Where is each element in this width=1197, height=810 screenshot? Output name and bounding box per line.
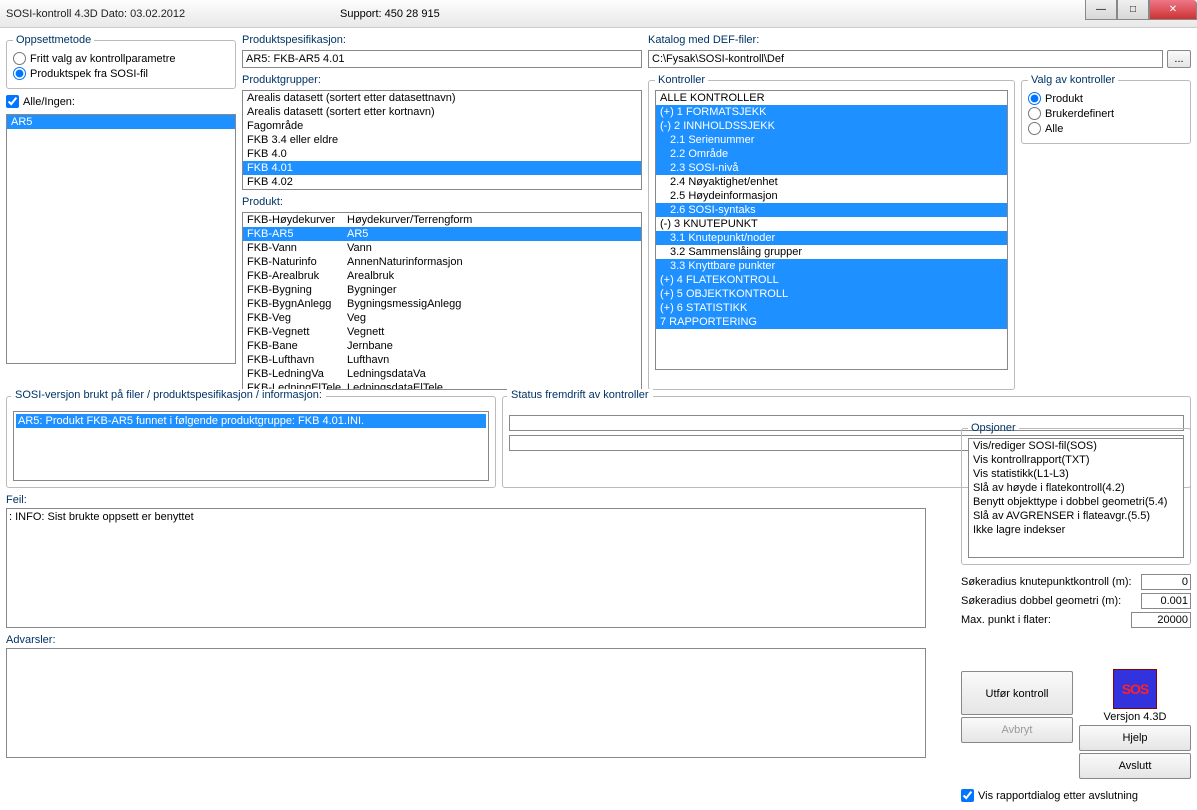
opsjoner-legend: Opsjoner — [968, 422, 1019, 434]
tree-node[interactable]: (+) 4 FLATEKONTROLL — [656, 273, 1007, 287]
produktspes-field[interactable] — [242, 50, 642, 68]
hjelp-button[interactable]: Hjelp — [1079, 725, 1191, 751]
list-item[interactable]: Arealis datasett (sortert etter kortnavn… — [243, 105, 641, 119]
versjon-text: Versjon 4.3D — [1079, 711, 1191, 723]
radio-brukerdefinert[interactable]: Brukerdefinert — [1028, 107, 1184, 120]
katalog-label: Katalog med DEF-filer: — [648, 34, 1191, 46]
sosiversjon-label: SOSI-versjon brukt på filer / produktspe… — [11, 389, 326, 401]
tree-node[interactable]: (-) 2 INNHOLDSSJEKK — [656, 119, 1007, 133]
sosiversjon-box[interactable]: AR5: Produkt FKB-AR5 funnet i følgende p… — [13, 411, 489, 481]
close-button[interactable]: ✕ — [1149, 0, 1197, 20]
status-label: Status fremdrift av kontroller — [507, 389, 653, 401]
advarsler-label: Advarsler: — [6, 634, 926, 646]
radio-alle[interactable]: Alle — [1028, 122, 1184, 135]
oppsettmetode-group: Oppsettmetode Fritt valg av kontrollpara… — [6, 34, 236, 89]
opsjoner-list[interactable]: Vis/rediger SOSI-fil(SOS)Vis kontrollrap… — [968, 438, 1184, 558]
valg-kontroller-group: Valg av kontroller Produkt Brukerdefiner… — [1021, 74, 1191, 144]
list-item[interactable]: FKB-VannVann — [243, 241, 641, 255]
kontroller-group: Kontroller ALLE KONTROLLER(+) 1 FORMATSJ… — [648, 74, 1015, 390]
produktspes-label: Produktspesifikasjon: — [242, 34, 642, 46]
kontroller-tree[interactable]: ALLE KONTROLLER(+) 1 FORMATSJEKK(-) 2 IN… — [655, 90, 1008, 370]
minimize-button[interactable]: — — [1085, 0, 1117, 20]
avbryt-button[interactable]: Avbryt — [961, 717, 1073, 743]
tree-node[interactable]: 2.1 Serienummer — [656, 133, 1007, 147]
maxpunkt-input[interactable] — [1131, 612, 1191, 628]
tree-node[interactable]: 3.2 Sammenslåing grupper — [656, 245, 1007, 259]
list-item[interactable]: Vis statistikk(L1-L3) — [969, 467, 1183, 481]
produktgrupper-label: Produktgrupper: — [242, 74, 642, 86]
sokeradius-knutepunkt-label: Søkeradius knutepunktkontroll (m): — [961, 576, 1132, 588]
tree-node[interactable]: (-) 3 KNUTEPUNKT — [656, 217, 1007, 231]
produktgrupper-list[interactable]: Arealis datasett (sortert etter datasett… — [242, 90, 642, 190]
window-title: SOSI-kontroll 4.3D Dato: 03.02.2012 — [6, 8, 185, 20]
maximize-button[interactable]: □ — [1117, 0, 1149, 20]
sokeradius-dobbel-label: Søkeradius dobbel geometri (m): — [961, 595, 1121, 607]
browse-button[interactable]: ... — [1167, 50, 1191, 68]
list-item[interactable]: FKB-VegnettVegnett — [243, 325, 641, 339]
radio-produktspek[interactable]: Produktspek fra SOSI-fil — [13, 67, 229, 80]
tree-node[interactable]: ALLE KONTROLLER — [656, 91, 1007, 105]
tree-node[interactable]: (+) 1 FORMATSJEKK — [656, 105, 1007, 119]
katalog-field[interactable] — [648, 50, 1163, 68]
tree-node[interactable]: 7 RAPPORTERING — [656, 315, 1007, 329]
list-item[interactable]: FKB-HøydekurverHøydekurver/Terrengform — [243, 213, 641, 227]
sokeradius-knutepunkt-input[interactable] — [1141, 574, 1191, 590]
alle-ingen-list[interactable]: AR5 — [6, 114, 236, 364]
feil-label: Feil: — [6, 494, 926, 506]
list-item[interactable]: FKB 4.02 — [243, 175, 641, 189]
opsjoner-group: Opsjoner Vis/rediger SOSI-fil(SOS)Vis ko… — [961, 422, 1191, 565]
alle-ingen-checkbox[interactable]: Alle/Ingen: — [6, 95, 236, 108]
tree-node[interactable]: 3.1 Knutepunkt/noder — [656, 231, 1007, 245]
tree-node[interactable]: 2.6 SOSI-syntaks — [656, 203, 1007, 217]
tree-node[interactable]: 2.2 Område — [656, 147, 1007, 161]
sokeradius-dobbel-input[interactable] — [1141, 593, 1191, 609]
oppsettmetode-legend: Oppsettmetode — [13, 34, 94, 46]
list-item[interactable]: Ikke lagre indekser — [969, 523, 1183, 537]
list-item[interactable]: Fagområde — [243, 119, 641, 133]
produkt-list[interactable]: FKB-HøydekurverHøydekurver/TerrengformFK… — [242, 212, 642, 390]
produkt-label: Produkt: — [242, 196, 642, 208]
list-item[interactable]: FKB-BygnAnleggBygningsmessigAnlegg — [243, 297, 641, 311]
list-item[interactable]: FKB-BaneJernbane — [243, 339, 641, 353]
list-item[interactable]: FKB-LedningVaLedningsdataVa — [243, 367, 641, 381]
list-item[interactable]: FKB-VegVeg — [243, 311, 641, 325]
valg-kontroller-legend: Valg av kontroller — [1028, 74, 1118, 86]
tree-node[interactable]: (+) 5 OBJEKTKONTROLL — [656, 287, 1007, 301]
avslutt-button[interactable]: Avslutt — [1079, 753, 1191, 779]
tree-node[interactable]: 2.5 Høydeinformasjon — [656, 189, 1007, 203]
list-item[interactable]: Benytt objekttype i dobbel geometri(5.4) — [969, 495, 1183, 509]
sosiversjon-line: AR5: Produkt FKB-AR5 funnet i følgende p… — [16, 414, 486, 428]
list-item[interactable]: FKB-BygningBygninger — [243, 283, 641, 297]
tree-node[interactable]: 2.4 Nøyaktighet/enhet — [656, 175, 1007, 189]
sosi-logo: SOS — [1113, 669, 1157, 709]
list-item[interactable]: Slå av AVGRENSER i flateavgr.(5.5) — [969, 509, 1183, 523]
list-item[interactable]: FKB-AR5AR5 — [243, 227, 641, 241]
list-item[interactable]: FKB 3.4 eller eldre — [243, 133, 641, 147]
list-item[interactable]: AR5 — [7, 115, 235, 129]
title-bar: SOSI-kontroll 4.3D Dato: 03.02.2012 Supp… — [0, 0, 1197, 28]
list-item[interactable]: Arealis datasett (sortert etter datasett… — [243, 91, 641, 105]
list-item[interactable]: FKB 4.0 — [243, 147, 641, 161]
kontroller-legend: Kontroller — [655, 74, 708, 86]
visrapport-checkbox[interactable]: Vis rapportdialog etter avslutning — [961, 789, 1191, 802]
tree-node[interactable]: (+) 6 STATISTIKK — [656, 301, 1007, 315]
list-item[interactable]: Vis kontrollrapport(TXT) — [969, 453, 1183, 467]
feil-box[interactable]: : INFO: Sist brukte oppsett er benyttet — [6, 508, 926, 628]
feil-text: : INFO: Sist brukte oppsett er benyttet — [9, 511, 923, 523]
radio-produkt[interactable]: Produkt — [1028, 92, 1184, 105]
list-item[interactable]: FKB-NaturinfoAnnenNaturinformasjon — [243, 255, 641, 269]
advarsler-box[interactable] — [6, 648, 926, 758]
list-item[interactable]: Slå av høyde i flatekontroll(4.2) — [969, 481, 1183, 495]
list-item[interactable]: FKB 4.01 — [243, 161, 641, 175]
tree-node[interactable]: 3.3 Knyttbare punkter — [656, 259, 1007, 273]
maxpunkt-label: Max. punkt i flater: — [961, 614, 1051, 626]
list-item[interactable]: FKB-LufthavnLufthavn — [243, 353, 641, 367]
list-item[interactable]: Vis/rediger SOSI-fil(SOS) — [969, 439, 1183, 453]
utfor-kontroll-button[interactable]: Utfør kontroll — [961, 671, 1073, 715]
list-item[interactable]: FKB-ArealbrukArealbruk — [243, 269, 641, 283]
support-text: Support: 450 28 915 — [340, 8, 440, 20]
radio-fritt-valg[interactable]: Fritt valg av kontrollparametre — [13, 52, 229, 65]
tree-node[interactable]: 2.3 SOSI-nivå — [656, 161, 1007, 175]
